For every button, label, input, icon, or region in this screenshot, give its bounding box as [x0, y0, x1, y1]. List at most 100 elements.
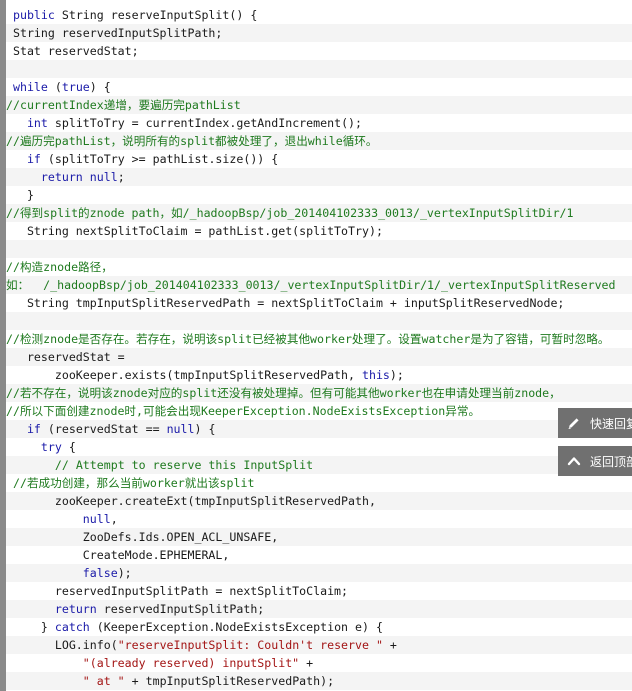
code-viewer: public String reserveInputSplit() { Stri…	[0, 0, 632, 691]
code-line: LOG.info("reserveInputSplit: Couldn't re…	[6, 636, 632, 654]
code-line: } catch (KeeperException.NodeExistsExcep…	[6, 618, 632, 636]
code-token: zooKeeper.exists(tmpInputSplitReservedPa…	[6, 368, 362, 382]
code-line: return reservedInputSplitPath;	[6, 600, 632, 618]
code-line: String nextSplitToClaim = pathList.get(s…	[6, 222, 632, 240]
code-token: //currentIndex递增，要遍历完pathList	[6, 98, 241, 112]
code-token: String reserveInputSplit() {	[54, 8, 258, 22]
code-token: return	[54, 602, 97, 616]
code-line	[6, 240, 632, 258]
code-token: try	[40, 440, 62, 454]
back-to-top-label: 返回顶部	[590, 454, 632, 469]
code-line: String reservedInputSplitPath;	[6, 24, 632, 42]
code-token: true	[61, 80, 90, 94]
code-token: LOG.info(	[6, 638, 118, 652]
code-line	[6, 312, 632, 330]
code-line: null,	[6, 510, 632, 528]
code-line: reservedInputSplitPath = nextSplitToClai…	[6, 582, 632, 600]
code-token: this	[361, 368, 390, 382]
code-token: false	[82, 566, 118, 580]
code-line: " at " + tmpInputSplitReservedPath);	[6, 672, 632, 690]
code-line: if (reservedStat == null) {	[6, 420, 632, 438]
code-token: "(already reserved) inputSplit"	[82, 656, 300, 670]
code-token: + tmpInputSplitReservedPath);	[124, 674, 335, 688]
code-line: if (splitToTry >= pathList.size()) {	[6, 150, 632, 168]
code-token: return	[40, 170, 83, 184]
code-token: //若成功创建，那么当前worker就出该split	[12, 476, 255, 490]
code-token: null	[82, 512, 111, 526]
code-line: CreateMode.EPHEMERAL,	[6, 546, 632, 564]
code-token: //构造znode路径，	[6, 260, 113, 274]
code-token: );	[389, 368, 404, 382]
code-line: //currentIndex递增，要遍历完pathList	[6, 96, 632, 114]
code-token: (reservedStat ==	[40, 422, 167, 436]
code-token: String reservedInputSplitPath;	[6, 26, 223, 40]
code-token: Stat reservedStat;	[6, 44, 139, 58]
back-to-top-button[interactable]: 返回顶部	[558, 446, 632, 476]
code-token: (	[47, 80, 62, 94]
code-token: reservedStat =	[6, 350, 125, 364]
code-line: Stat reservedStat;	[6, 42, 632, 60]
code-line: return null;	[6, 168, 632, 186]
code-token: zooKeeper.createExt(tmpInputSplitReserve…	[6, 494, 376, 508]
code-token: }	[6, 620, 55, 634]
code-line: reservedStat =	[6, 348, 632, 366]
code-line: ZooDefs.Ids.OPEN_ACL_UNSAFE,	[6, 528, 632, 546]
code-line: }	[6, 186, 632, 204]
code-token: +	[382, 638, 397, 652]
code-token: {	[61, 440, 76, 454]
code-line: try {	[6, 438, 632, 456]
code-token: //遍历完pathList，说明所有的split都被处理了，退出while循环。	[6, 134, 378, 148]
code-token: int	[26, 116, 48, 130]
code-token: // Attempt to reserve this InputSplit	[54, 458, 314, 472]
code-line: zooKeeper.createExt(tmpInputSplitReserve…	[6, 492, 632, 510]
code-token: ) {	[89, 80, 111, 94]
code-line: int splitToTry = currentIndex.getAndIncr…	[6, 114, 632, 132]
code-line: while (true) {	[6, 78, 632, 96]
code-line: false);	[6, 564, 632, 582]
code-block: public String reserveInputSplit() { Stri…	[6, 0, 632, 691]
code-token: //得到split的znode path，如/_hadoopBsp/job_20…	[6, 206, 574, 220]
code-token: //检测znode是否存在。若存在，说明该split已经被其他worker处理了…	[6, 332, 610, 346]
code-token: " at "	[82, 674, 125, 688]
code-line: //所以下面创建znode时,可能会出现KeeperException.Node…	[6, 402, 632, 420]
code-token: );	[117, 566, 132, 580]
code-token: +	[299, 656, 314, 670]
code-line: 如： /_hadoopBsp/job_201404102333_0013/_ve…	[6, 276, 632, 294]
code-line	[6, 60, 632, 78]
code-token: reservedInputSplitPath;	[96, 602, 265, 616]
code-token: (splitToTry >= pathList.size()) {	[40, 152, 279, 166]
code-token: //所以下面创建znode时,可能会出现KeeperException.Node…	[6, 404, 481, 418]
code-line: String tmpInputSplitReservedPath = nextS…	[6, 294, 632, 312]
code-line: zooKeeper.exists(tmpInputSplitReservedPa…	[6, 366, 632, 384]
code-line: // Attempt to reserve this InputSplit	[6, 456, 632, 474]
code-line: //若不存在，说明该znode对应的split还没有被处理掉。但有可能其他wor…	[6, 384, 632, 402]
code-token: ZooDefs.Ids.OPEN_ACL_UNSAFE,	[6, 530, 279, 544]
pencil-icon	[567, 416, 581, 430]
code-token: if	[26, 152, 41, 166]
quick-reply-label: 快速回复	[590, 416, 632, 431]
code-token: splitToTry = currentIndex.getAndIncremen…	[47, 116, 363, 130]
code-line: "(already reserved) inputSplit" +	[6, 654, 632, 672]
code-token: ,	[110, 512, 118, 526]
code-token: //若不存在，说明该znode对应的split还没有被处理掉。但有可能其他wor…	[6, 386, 561, 400]
chevron-up-icon	[567, 454, 581, 468]
code-token: String nextSplitToClaim = pathList.get(s…	[6, 224, 383, 238]
code-token: "reserveInputSplit: Couldn't reserve "	[117, 638, 383, 652]
code-line: //遍历完pathList，说明所有的split都被处理了，退出while循环。	[6, 132, 632, 150]
quick-reply-button[interactable]: 快速回复	[558, 408, 632, 438]
code-token: null	[166, 422, 195, 436]
code-token: }	[6, 188, 34, 202]
code-token: 如： /_hadoopBsp/job_201404102333_0013/_ve…	[6, 278, 616, 292]
